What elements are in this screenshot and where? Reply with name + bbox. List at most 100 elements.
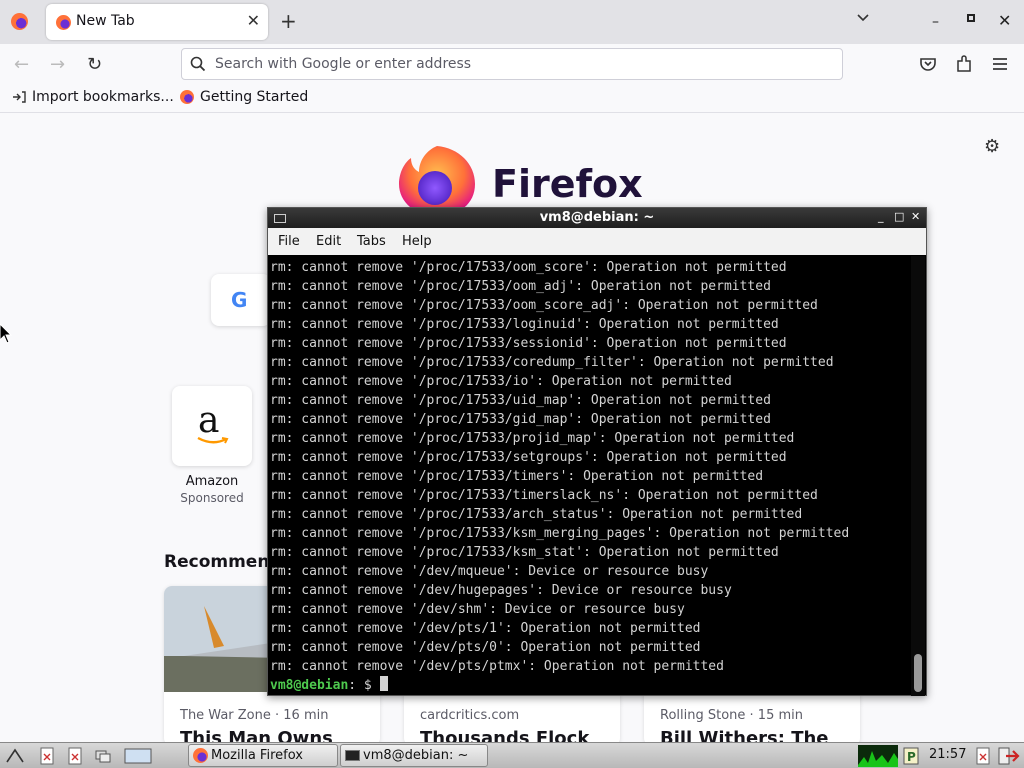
terminal-line: rm: cannot remove '/proc/17533/coredump_… (270, 355, 834, 370)
document-icon[interactable] (66, 747, 84, 765)
terminal-icon (345, 750, 360, 761)
google-search-box[interactable]: G (211, 274, 271, 326)
menu-tabs[interactable]: Tabs (357, 234, 386, 249)
firefox-icon (56, 15, 71, 30)
bookmark-import[interactable]: Import bookmarks... (12, 89, 174, 105)
logout-icon[interactable] (998, 747, 1020, 765)
firefox-logo (399, 146, 475, 216)
story-source: cardcritics.com (420, 708, 520, 723)
shortcut-sponsored: Sponsored (180, 491, 244, 505)
mouse-cursor-icon (0, 324, 12, 344)
terminal-line: rm: cannot remove '/proc/17533/sessionid… (270, 336, 787, 351)
terminal-line: rm: cannot remove '/dev/pts/1': Operatio… (270, 621, 701, 636)
terminal-scrollbar[interactable] (911, 256, 925, 696)
nav-bar: ← → ↻ (0, 44, 1024, 84)
terminal-line: rm: cannot remove '/dev/pts/ptmx': Opera… (270, 659, 724, 674)
story-source: The War Zone · 16 min (180, 708, 329, 723)
terminal-line: rm: cannot remove '/proc/17533/oom_score… (270, 260, 787, 275)
terminal-line: rm: cannot remove '/proc/17533/loginuid'… (270, 317, 779, 332)
shortcut-amazon[interactable]: a (172, 386, 252, 466)
shortcut-label: Amazon (185, 474, 239, 489)
bookmarks-toolbar: Import bookmarks... Getting Started (0, 84, 1024, 113)
parcellite-icon[interactable]: P (902, 747, 920, 765)
amazon-smile-icon (197, 436, 229, 444)
back-icon[interactable]: ← (14, 54, 29, 75)
menu-help[interactable]: Help (402, 234, 432, 249)
terminal-line: rm: cannot remove '/proc/17533/arch_stat… (270, 507, 803, 522)
menu-edit[interactable]: Edit (316, 234, 341, 249)
terminal-title: vm8@debian: ~ (539, 210, 655, 225)
reload-icon[interactable]: ↻ (87, 54, 102, 75)
pocket-icon[interactable] (918, 54, 938, 74)
terminal-line: rm: cannot remove '/proc/17533/oom_adj':… (270, 279, 771, 294)
cpu-monitor-icon (858, 745, 898, 767)
menu-icon[interactable] (990, 54, 1010, 74)
terminal-line: rm: cannot remove '/proc/17533/oom_score… (270, 298, 818, 313)
google-icon: G (231, 288, 248, 312)
close-window-button[interactable]: ✕ (998, 11, 1011, 30)
maximize-button[interactable]: □ (894, 210, 904, 223)
prompt-symbol: : $ (348, 678, 380, 693)
url-input[interactable] (215, 54, 815, 74)
tab-title: New Tab (76, 13, 135, 29)
terminal-prompt[interactable]: vm8@debian: $ (270, 676, 910, 695)
scrollbar-thumb[interactable] (914, 654, 922, 692)
terminal-menubar: File Edit Tabs Help (268, 228, 926, 255)
address-bar[interactable] (181, 48, 843, 80)
text-cursor (379, 676, 388, 691)
terminal-line: rm: cannot remove '/proc/17533/uid_map':… (270, 393, 771, 408)
terminal-line: rm: cannot remove '/dev/hugepages': Devi… (270, 583, 732, 598)
terminal-titlebar[interactable]: vm8@debian: ~ _ □ ✕ (268, 208, 926, 228)
terminal-line: rm: cannot remove '/proc/17533/timers': … (270, 469, 764, 484)
firefox-view-icon[interactable] (11, 13, 28, 30)
terminal-line: rm: cannot remove '/proc/17533/timerslac… (270, 488, 818, 503)
search-icon (190, 56, 206, 72)
close-tab-icon[interactable]: ✕ (247, 11, 260, 30)
chevron-down-icon[interactable] (856, 11, 870, 25)
terminal-line: rm: cannot remove '/proc/17533/ksm_mergi… (270, 526, 850, 541)
terminal-output[interactable]: rm: cannot remove '/proc/17533/oom_score… (270, 258, 910, 696)
task-label: Mozilla Firefox (211, 748, 303, 763)
bookmark-getting-started[interactable]: Getting Started (180, 89, 308, 105)
firefox-icon (193, 748, 208, 763)
clock: 21:57 (929, 747, 967, 762)
windows-icon[interactable] (94, 747, 112, 765)
new-tab-button[interactable]: + (280, 9, 297, 33)
amazon-icon: a (198, 400, 220, 441)
bookmark-label: Getting Started (200, 89, 309, 105)
terminal-line: rm: cannot remove '/proc/17533/projid_ma… (270, 431, 795, 446)
svg-text:P: P (907, 750, 916, 764)
terminal-line: rm: cannot remove '/proc/17533/gid_map':… (270, 412, 771, 427)
story-source: Rolling Stone · 15 min (660, 708, 803, 723)
start-menu-icon[interactable] (6, 747, 24, 765)
document-icon[interactable] (974, 747, 992, 765)
firefox-wordmark: Firefox (492, 162, 643, 206)
import-icon (13, 91, 26, 103)
menu-file[interactable]: File (278, 234, 300, 249)
tab-new-tab[interactable]: New Tab ✕ (46, 4, 268, 40)
prompt-user: vm8@debian (270, 678, 349, 693)
taskbar: Mozilla Firefox vm8@debian: ~ P 21:57 (0, 742, 1024, 768)
taskbar-firefox[interactable]: Mozilla Firefox (188, 744, 338, 767)
task-label: vm8@debian: ~ (363, 748, 469, 763)
close-button[interactable]: ✕ (911, 210, 920, 223)
terminal-line: rm: cannot remove '/proc/17533/setgroups… (270, 450, 787, 465)
forward-icon[interactable]: → (50, 54, 65, 75)
terminal-line: rm: cannot remove '/dev/shm': Device or … (270, 602, 685, 617)
minimize-button[interactable]: – (932, 14, 939, 30)
extensions-icon[interactable] (954, 54, 974, 74)
minimize-button[interactable]: _ (878, 210, 884, 223)
bookmark-label: Import bookmarks... (32, 89, 174, 105)
firefox-icon (180, 90, 194, 104)
terminal-line: rm: cannot remove '/proc/17533/io': Oper… (270, 374, 732, 389)
gear-icon[interactable]: ⚙ (984, 136, 1000, 157)
terminal-line: rm: cannot remove '/dev/pts/0': Operatio… (270, 640, 701, 655)
desktop-icon[interactable] (124, 747, 152, 765)
maximize-button[interactable] (967, 14, 975, 22)
file-icon[interactable] (38, 747, 56, 765)
terminal-line: rm: cannot remove '/proc/17533/ksm_stat'… (270, 545, 779, 560)
tab-bar: New Tab ✕ + – ✕ (0, 0, 1024, 44)
terminal-line: rm: cannot remove '/dev/mqueue': Device … (270, 564, 709, 579)
terminal-window[interactable]: vm8@debian: ~ _ □ ✕ File Edit Tabs Help … (267, 207, 927, 696)
taskbar-terminal[interactable]: vm8@debian: ~ (340, 744, 488, 767)
